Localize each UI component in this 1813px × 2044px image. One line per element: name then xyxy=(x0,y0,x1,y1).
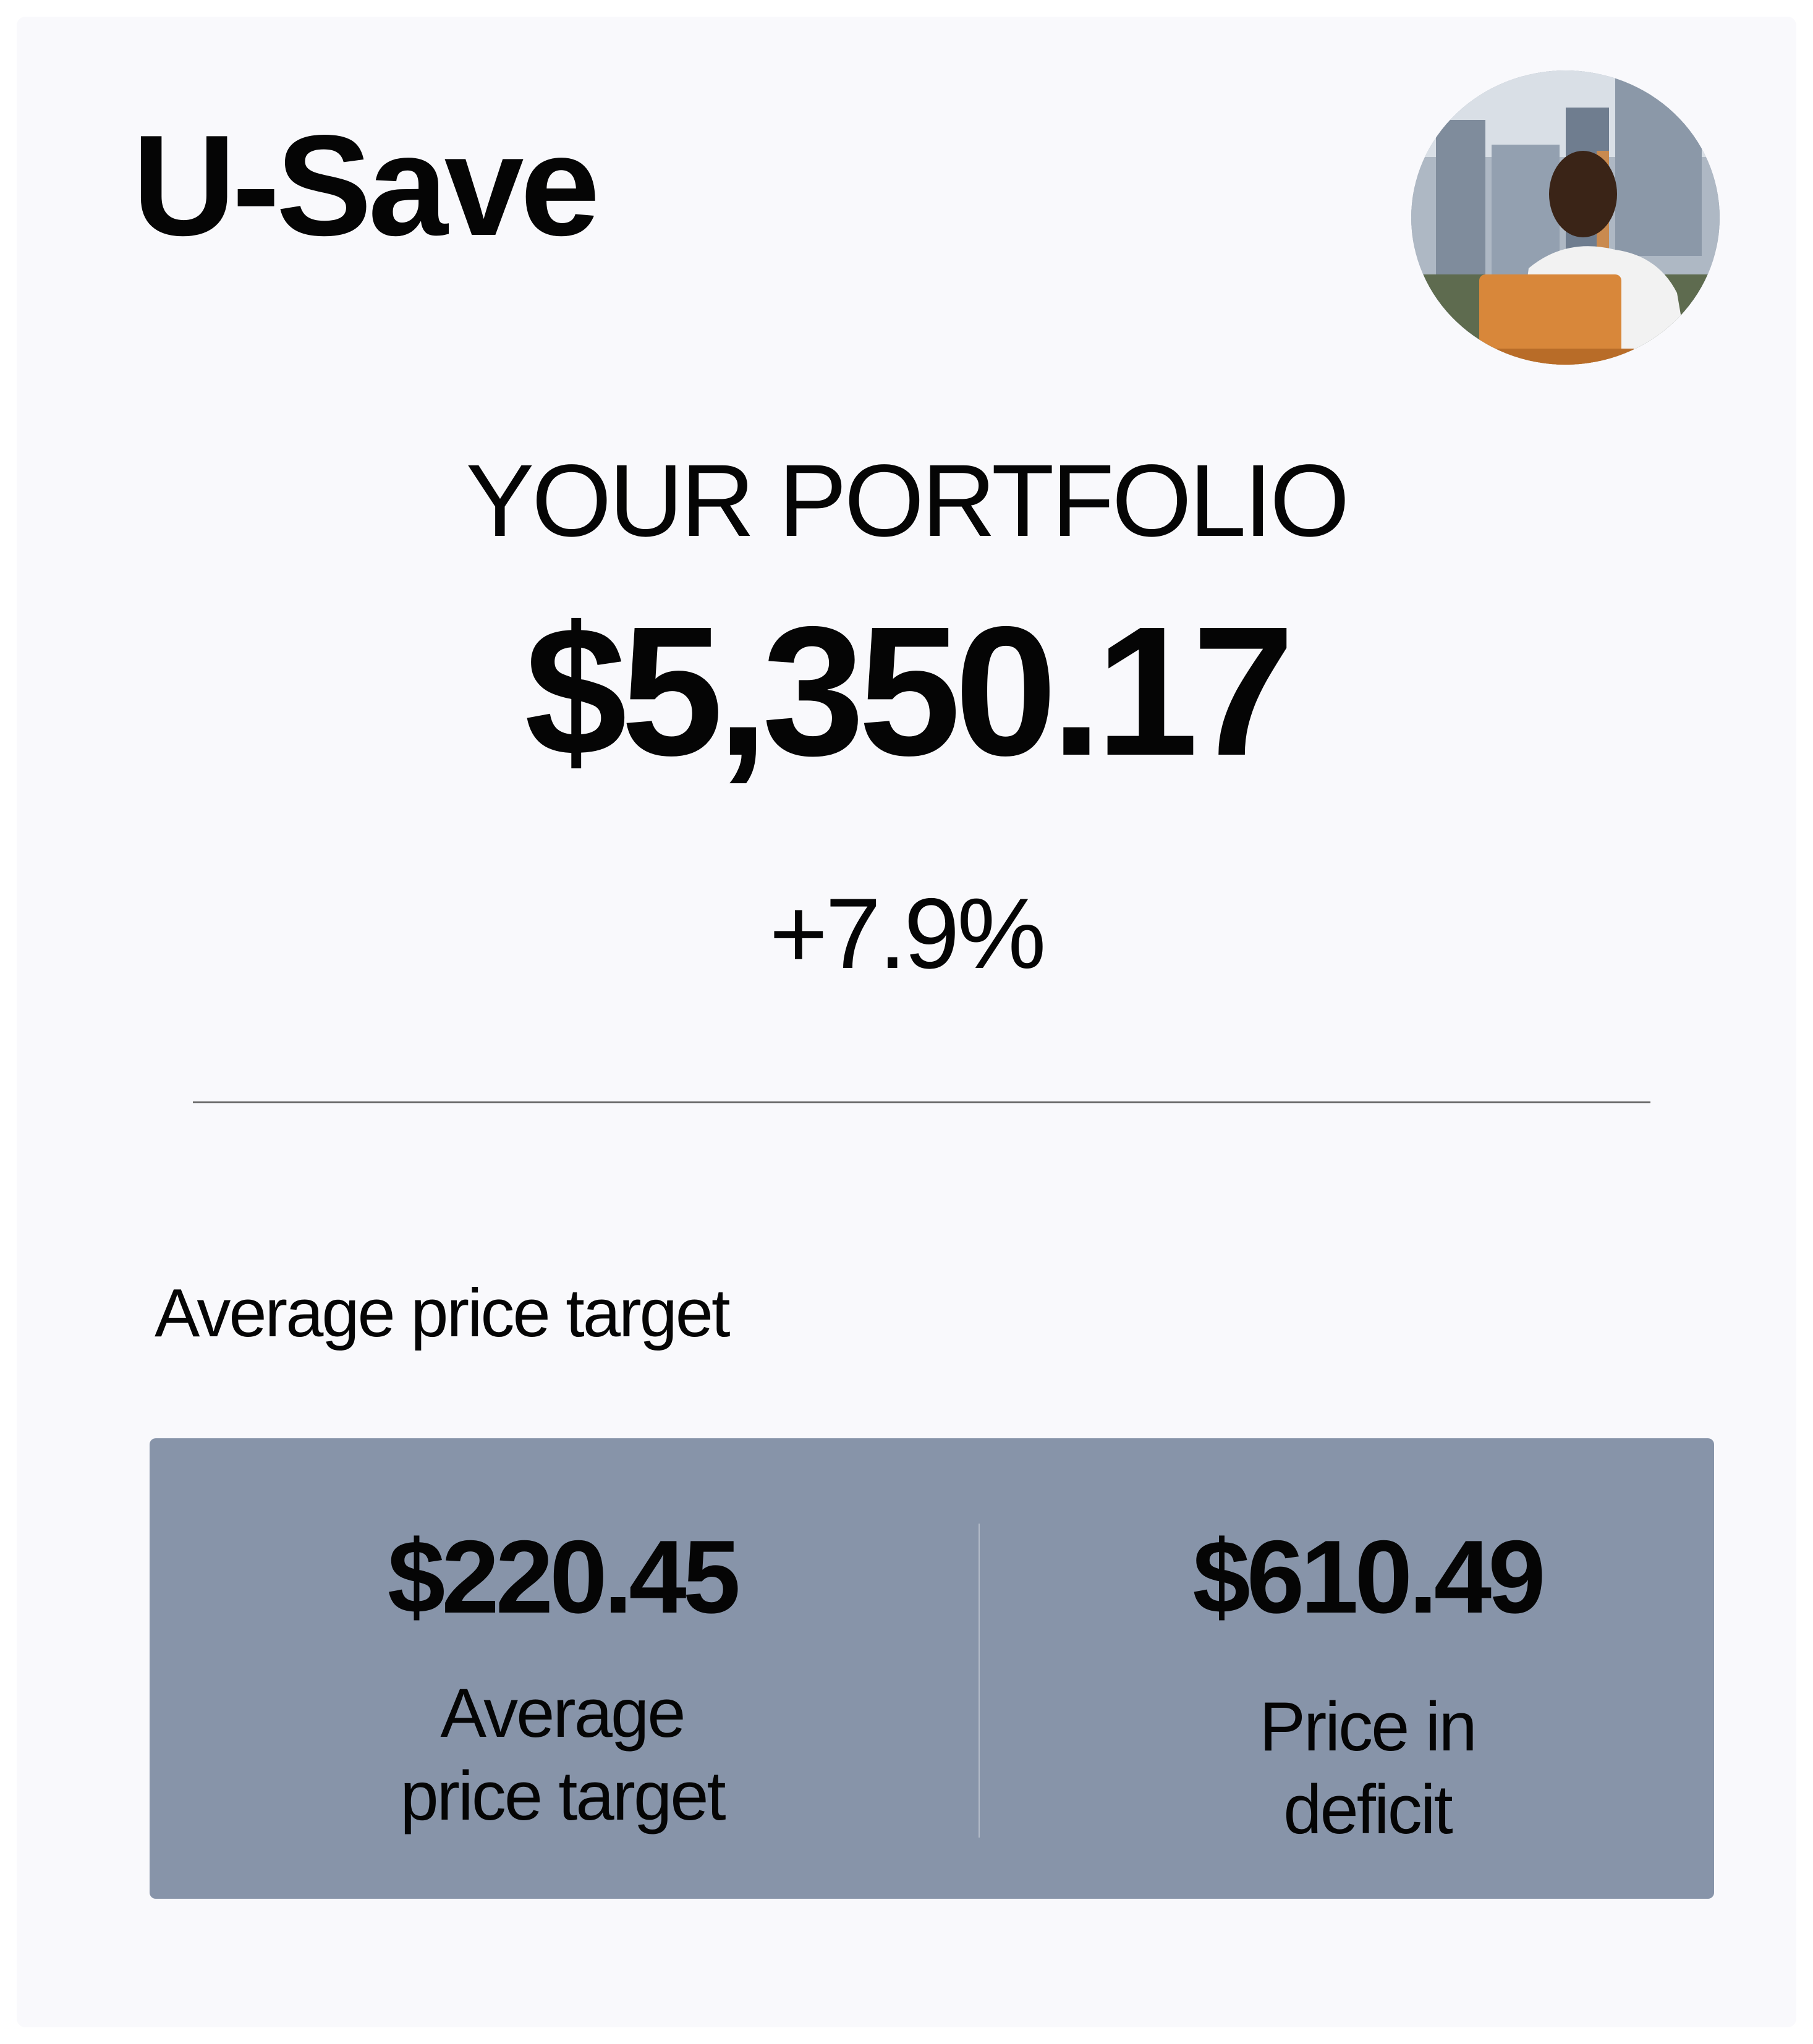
stats-panel: $220.45 Average price target $610.49 Pri… xyxy=(150,1438,1714,1899)
section-heading: Average price target xyxy=(155,1275,731,1351)
stat-label-line: deficit xyxy=(1283,1771,1453,1848)
stat-label-line: Price in xyxy=(1259,1688,1477,1765)
avatar-photo-icon xyxy=(1411,70,1720,365)
user-avatar[interactable] xyxy=(1411,70,1720,365)
portfolio-value: $5,350.17 xyxy=(524,588,1295,794)
portfolio-title: YOUR PORTFOLIO xyxy=(465,444,1350,558)
stat-label-line: Average xyxy=(440,1674,686,1752)
app-logo[interactable]: U-Save xyxy=(132,114,600,258)
section-divider xyxy=(193,1101,1650,1103)
portfolio-change-percent: +7.9% xyxy=(769,878,1047,990)
stat-label: Price in deficit xyxy=(1058,1686,1676,1851)
stat-value: $610.49 xyxy=(1192,1519,1545,1635)
stat-label: Average price target xyxy=(230,1672,894,1838)
stat-value: $220.45 xyxy=(387,1519,741,1635)
stat-divider xyxy=(979,1524,980,1838)
stat-label-line: price target xyxy=(400,1757,726,1834)
